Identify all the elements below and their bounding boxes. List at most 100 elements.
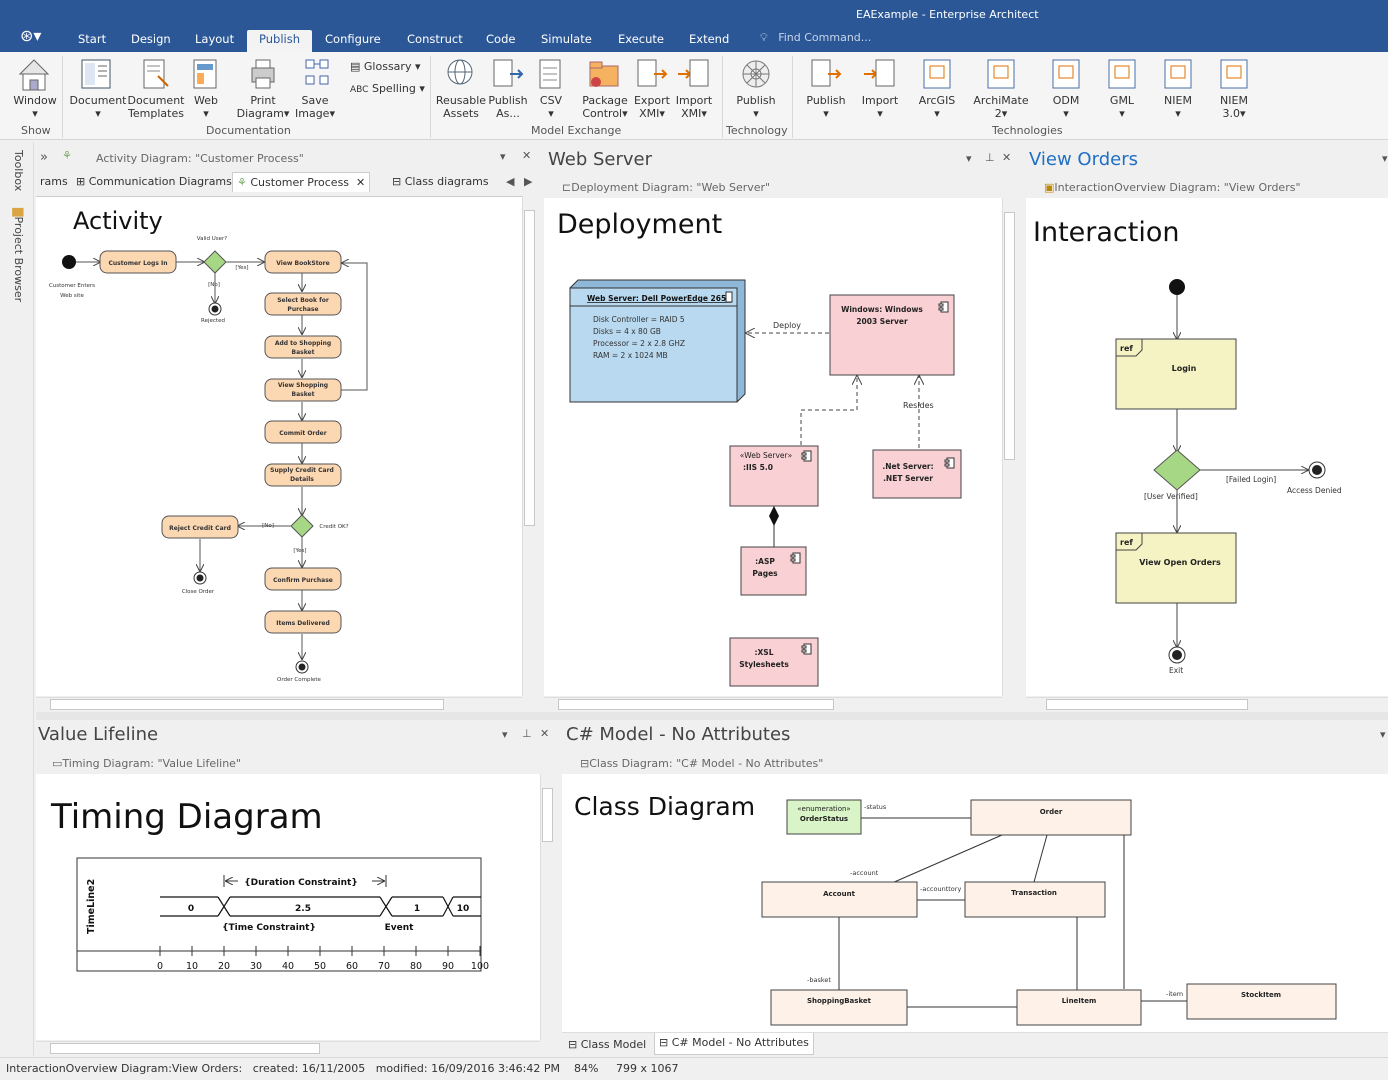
ribbon-separator xyxy=(62,56,63,138)
save-image-button[interactable]: Save Image▾ xyxy=(290,94,340,120)
document-templates-button[interactable]: Document Templates xyxy=(126,94,186,120)
web-button[interactable]: Web ▾ xyxy=(188,94,224,120)
pane-dropdown-icon[interactable]: ▾ xyxy=(1382,152,1388,165)
import-icon xyxy=(864,59,895,87)
menu-design[interactable]: Design xyxy=(121,30,181,52)
scroll-thumb[interactable] xyxy=(50,699,444,710)
reusable-assets-button[interactable]: Reusable Assets xyxy=(432,94,490,120)
niem3-button[interactable]: NIEM 3.0▾ xyxy=(1212,94,1256,120)
scroll-thumb[interactable] xyxy=(524,210,535,526)
tab-class-model[interactable]: ⊟ Class Model xyxy=(564,1035,650,1055)
publish-button[interactable]: Publish ▾ xyxy=(802,94,850,120)
scroll-thumb[interactable] xyxy=(1004,212,1015,460)
activity-canvas[interactable]: Activity Customer Logs In View BookStore xyxy=(36,196,522,696)
activity-vscrollbar[interactable] xyxy=(522,196,536,696)
time-constraint: {Time Constraint} xyxy=(222,923,316,933)
tab-diagrams[interactable]: rams xyxy=(36,172,72,192)
menu-code[interactable]: Code xyxy=(476,30,525,52)
vieworders-hscrollbar[interactable] xyxy=(1026,697,1388,711)
horizontal-splitter[interactable] xyxy=(36,712,1388,720)
webserver-hscrollbar[interactable] xyxy=(544,697,1002,711)
project-browser-tab[interactable]: ▇Project Browser xyxy=(12,208,25,302)
scroll-thumb[interactable] xyxy=(558,699,834,710)
group-technology-label: Technology xyxy=(726,124,788,137)
state-10: 10 xyxy=(457,904,470,914)
pin-icon[interactable]: ⊥ xyxy=(985,151,995,164)
csv-button[interactable]: CSV ▾ xyxy=(534,94,568,120)
node-supply-cc-label-2: Details xyxy=(290,476,314,483)
pane-dropdown-icon[interactable]: ▾ xyxy=(1380,728,1386,741)
close-icon[interactable]: ✕ xyxy=(1002,151,1011,164)
time-axis-label: 20 xyxy=(218,961,230,972)
component-xsl-label-2: Stylesheets xyxy=(739,660,789,669)
find-command-input[interactable]: Find Command... xyxy=(778,31,871,44)
archimate-button[interactable]: ArchiMate 2▾ xyxy=(970,94,1032,120)
node-supply-cc-label-1: Supply Credit Card xyxy=(270,467,334,474)
app-menu-icon[interactable]: ⊛▾ xyxy=(20,26,46,46)
expand-icon[interactable]: » xyxy=(40,150,48,165)
pane-dropdown-icon[interactable]: ▾ xyxy=(966,152,972,165)
close-icon[interactable]: ✕ xyxy=(540,727,549,740)
class-shopping-basket-name: ShoppingBasket xyxy=(807,997,872,1005)
spelling-button[interactable]: ABC Spelling ▾ xyxy=(350,82,426,97)
role-account: -account xyxy=(850,869,879,877)
node-windows-label-1: Windows: Windows xyxy=(841,305,923,314)
menu-construct[interactable]: Construct xyxy=(397,30,473,52)
document-button[interactable]: Document ▾ xyxy=(68,94,128,120)
pane-dropdown-icon[interactable]: ▾ xyxy=(502,728,508,741)
scroll-thumb[interactable] xyxy=(542,788,553,842)
pane-dropdown-icon[interactable]: ▾ xyxy=(500,150,506,163)
print-diagram-button[interactable]: Print Diagram▾ xyxy=(234,94,292,120)
webserver-canvas[interactable]: Deployment Web Server: Dell PowerEdge 26… xyxy=(544,198,1002,696)
toolbox-tab[interactable]: Toolbox xyxy=(12,150,25,191)
timing-diagram-icon: ▭ xyxy=(52,757,63,770)
csharp-canvas[interactable]: Class Diagram «enumeration» OrderStatus … xyxy=(562,774,1388,1032)
tab-communication-diagrams[interactable]: ⊞ Communication Diagrams xyxy=(72,172,236,192)
tab-class-diagrams[interactable]: ⊟ Class diagrams xyxy=(388,172,493,192)
menu-start[interactable]: Start xyxy=(68,30,116,52)
timing-canvas[interactable]: Timing Diagram TimeLine2 0 2.5 1 10 {Dur… xyxy=(36,774,540,1040)
vieworders-pane-header: View Orders ▣InteractionOverview Diagram… xyxy=(1024,146,1388,198)
menu-publish[interactable]: Publish xyxy=(247,30,312,52)
import-xmi-button[interactable]: Import XMI▾ xyxy=(672,94,716,120)
timing-vscrollbar[interactable] xyxy=(540,774,554,1040)
label-exit: Exit xyxy=(1169,666,1183,675)
glossary-button[interactable]: ▤ Glossary ▾ xyxy=(350,60,426,73)
label-no-1: [No] xyxy=(208,282,220,288)
arcgis-button[interactable]: ArcGIS ▾ xyxy=(912,94,962,120)
ribbon-separator xyxy=(430,56,431,138)
menu-extend[interactable]: Extend xyxy=(679,30,739,52)
find-command[interactable]: 💡︎ Find Command... xyxy=(760,31,871,45)
tab-scroll-left-icon[interactable]: ◀ xyxy=(506,175,514,188)
menu-layout[interactable]: Layout xyxy=(185,30,244,52)
import-button[interactable]: Import ▾ xyxy=(856,94,904,120)
activity-hscrollbar[interactable] xyxy=(36,697,522,711)
window-button[interactable]: Window ▾ xyxy=(12,94,58,120)
tab-scroll-right-icon[interactable]: ▶ xyxy=(524,175,532,188)
tech-publish-button[interactable]: Publish ▾ xyxy=(732,94,780,120)
timing-subtitle: ▭Timing Diagram: "Value Lifeline" xyxy=(52,757,241,770)
package-control-button[interactable]: Package Control▾ xyxy=(578,94,632,120)
export-xmi-button[interactable]: Export XMI▾ xyxy=(630,94,674,120)
pin-icon[interactable]: ⊥ xyxy=(522,727,532,740)
menu-simulate[interactable]: Simulate xyxy=(531,30,602,52)
odm-button[interactable]: ODM ▾ xyxy=(1044,94,1088,120)
scroll-thumb[interactable] xyxy=(50,1043,320,1054)
vieworders-canvas[interactable]: Interaction ref Login [Failed Login] Acc… xyxy=(1026,198,1388,696)
timing-hscrollbar[interactable] xyxy=(36,1041,540,1055)
tab-csharp-model[interactable]: ⊟ C# Model - No Attributes xyxy=(654,1033,814,1055)
ribbon-separator xyxy=(792,56,793,138)
menu-execute[interactable]: Execute xyxy=(608,30,674,52)
publish-as-button[interactable]: Publish As... xyxy=(486,94,530,120)
niem-button[interactable]: NIEM ▾ xyxy=(1156,94,1200,120)
menu-configure[interactable]: Configure xyxy=(315,30,391,52)
group-technologies-label: Technologies xyxy=(992,124,1063,137)
gml-button[interactable]: GML ▾ xyxy=(1100,94,1144,120)
print-diagram-icon xyxy=(251,59,275,89)
ribbon-separator xyxy=(722,56,723,138)
close-icon[interactable]: ✕ xyxy=(522,149,531,162)
tab-close-icon[interactable]: ✕ xyxy=(356,176,365,189)
tab-customer-process[interactable]: ⚘ Customer Process ✕ xyxy=(232,172,371,192)
webserver-vscrollbar[interactable] xyxy=(1002,198,1016,696)
scroll-thumb[interactable] xyxy=(1046,699,1248,710)
